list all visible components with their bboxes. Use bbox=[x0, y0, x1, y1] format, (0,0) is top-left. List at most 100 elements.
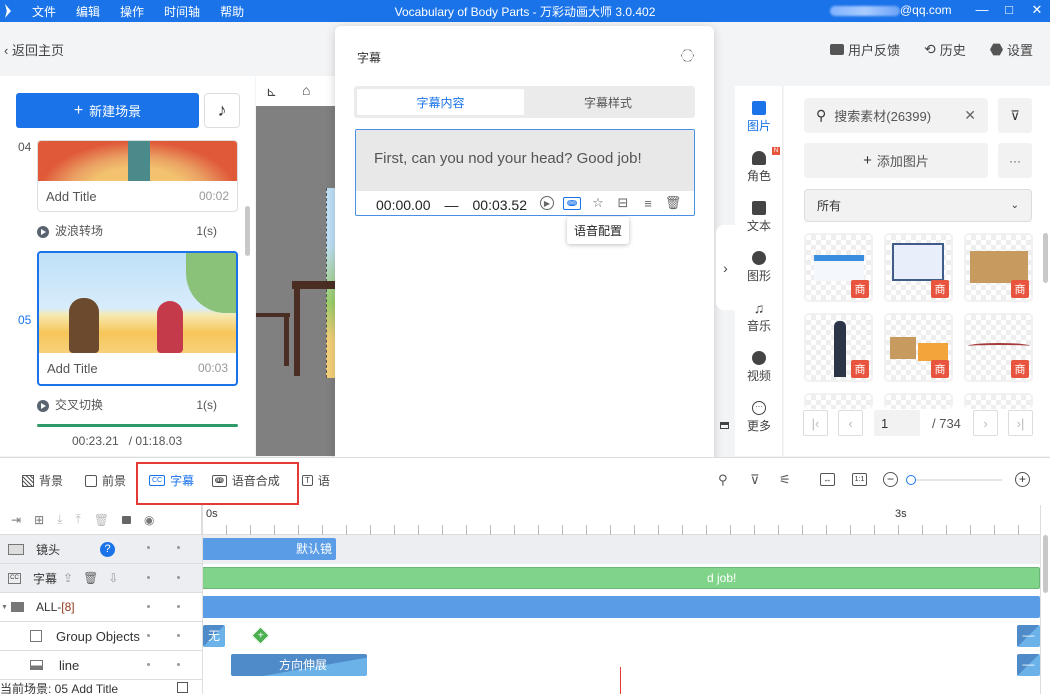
enter-effect-tag[interactable]: 无 bbox=[203, 625, 225, 647]
add-image-button[interactable]: + 添加图片 bbox=[804, 143, 988, 178]
exit-effect-tag[interactable]: — bbox=[1017, 625, 1040, 647]
effect-star-icon[interactable]: ☆ bbox=[590, 195, 606, 211]
track-group-objects[interactable]: Group Objects bbox=[0, 622, 202, 651]
account-email[interactable]: @qq.com bbox=[830, 3, 952, 17]
playhead[interactable] bbox=[620, 667, 621, 694]
asset-thumb[interactable]: 商 bbox=[884, 313, 953, 382]
asset-thumb[interactable]: 商 bbox=[964, 233, 1033, 302]
music-button[interactable]: ♪ bbox=[204, 93, 240, 128]
zoom-in-icon[interactable]: + bbox=[1015, 472, 1030, 487]
category-select[interactable]: 所有 ⌄ bbox=[804, 189, 1032, 222]
folder-icon bbox=[10, 602, 24, 612]
asset-thumb[interactable] bbox=[884, 393, 953, 409]
zoom-slider-track[interactable] bbox=[910, 479, 1002, 481]
lock-icon[interactable] bbox=[121, 515, 131, 524]
close-button[interactable]: ✕ bbox=[1028, 2, 1046, 18]
tool-background[interactable]: 背景 bbox=[22, 472, 63, 489]
tab-subtitle-style[interactable]: 字幕样式 bbox=[524, 89, 692, 115]
import-icon[interactable]: ⇩ bbox=[108, 571, 118, 585]
timeline-scrollbar[interactable] bbox=[1043, 535, 1048, 593]
nav-more[interactable]: ··· 更多 bbox=[735, 401, 783, 434]
nav-text[interactable]: 文本 bbox=[735, 201, 783, 234]
scene-transition[interactable]: 交叉切换 1(s) bbox=[37, 396, 217, 413]
history-button[interactable]: ⟲ 历史 bbox=[924, 40, 966, 59]
tool-speech-text[interactable]: T语 bbox=[302, 472, 330, 489]
page-input[interactable]: 1 bbox=[874, 410, 920, 436]
track-line[interactable]: line bbox=[0, 651, 202, 680]
import-icon[interactable]: ⇥ bbox=[11, 513, 21, 527]
asset-thumb[interactable]: 商 bbox=[804, 313, 873, 382]
export-icon[interactable]: ⇪ bbox=[63, 571, 73, 585]
tab-subtitle-content[interactable]: 字幕内容 bbox=[357, 89, 524, 115]
fit-width-icon[interactable]: ↔ bbox=[820, 473, 835, 486]
asset-thumb[interactable] bbox=[804, 393, 873, 409]
ruler-icon[interactable]: ⊾ bbox=[266, 84, 277, 100]
expand-icon[interactable]: ▼ bbox=[1, 604, 8, 611]
move-up-icon[interactable]: ⤒ bbox=[75, 512, 80, 527]
play-icon[interactable]: ▶ bbox=[540, 196, 554, 210]
subtitle-bar[interactable]: d job! bbox=[202, 567, 1040, 589]
exit-effect-tag[interactable]: — bbox=[1017, 654, 1040, 676]
move-down-icon[interactable]: ⤓ bbox=[57, 512, 62, 527]
home-icon[interactable]: ⌂ bbox=[302, 82, 310, 98]
insert-line-icon[interactable]: ≡ bbox=[640, 195, 656, 211]
nav-video[interactable]: 视频 bbox=[735, 351, 783, 384]
subtitle-text-input[interactable]: First, can you nod your head? Good job! bbox=[356, 130, 694, 191]
track-subtitle[interactable]: CC 字幕 ⇪ 🗑 ⇩ bbox=[0, 564, 202, 593]
marker-icon[interactable]: ⚲ bbox=[718, 472, 728, 488]
new-folder-icon[interactable]: ⊞ bbox=[34, 513, 44, 527]
start-time[interactable]: 00:00.00 bbox=[376, 197, 431, 213]
back-home-button[interactable]: ‹ 返回主页 bbox=[4, 40, 64, 59]
camera-bar[interactable]: 默认镜 bbox=[202, 538, 336, 560]
filter-icon[interactable]: ⊽ bbox=[750, 472, 760, 488]
help-icon[interactable]: ? bbox=[100, 541, 116, 557]
asset-scrollbar[interactable] bbox=[1043, 233, 1048, 283]
end-time[interactable]: 00:03.52 bbox=[473, 197, 528, 213]
nav-image[interactable]: 图片 bbox=[735, 101, 783, 134]
zoom-out-icon[interactable]: − bbox=[883, 472, 898, 487]
clear-icon[interactable]: ✕ bbox=[964, 107, 976, 124]
scene-transition[interactable]: 波浪转场 1(s) bbox=[37, 222, 217, 239]
group-bar[interactable] bbox=[202, 596, 1040, 618]
nav-character[interactable]: 角色 N bbox=[735, 147, 783, 184]
window-icon[interactable] bbox=[720, 422, 729, 429]
first-page-button[interactable]: |‹ bbox=[803, 410, 828, 436]
scene-card[interactable]: Add Title 00:02 bbox=[37, 140, 238, 212]
adjust-icon[interactable]: ⚟ bbox=[779, 472, 791, 488]
asset-thumb[interactable] bbox=[964, 393, 1033, 409]
zoom-slider-handle[interactable] bbox=[906, 475, 916, 485]
minimize-button[interactable]: — bbox=[973, 2, 991, 17]
next-page-button[interactable]: › bbox=[973, 410, 998, 436]
voice-config-icon[interactable]: ↈ bbox=[563, 196, 581, 210]
collapse-panel-chevron-icon[interactable]: › bbox=[716, 225, 735, 310]
delete-icon[interactable]: 🗑 bbox=[83, 571, 98, 585]
track-camera[interactable]: 镜头? bbox=[0, 535, 202, 564]
nav-music[interactable]: ♫ 音乐 bbox=[735, 301, 783, 334]
trash-icon[interactable]: 🗑 bbox=[665, 195, 682, 211]
new-scene-button[interactable]: + 新建场景 bbox=[16, 93, 199, 128]
asset-search-input[interactable]: ⚲ 搜索素材(26399) ✕ bbox=[804, 98, 988, 133]
more-options-button[interactable]: ··· bbox=[998, 143, 1032, 178]
feedback-button[interactable]: 用户反馈 bbox=[830, 40, 900, 59]
settings-button[interactable]: 设置 bbox=[990, 40, 1033, 59]
actual-size-icon[interactable]: 1:1 bbox=[852, 473, 867, 486]
canvas[interactable] bbox=[256, 106, 336, 456]
asset-thumb[interactable]: 商 bbox=[804, 233, 873, 302]
eye-icon[interactable]: ◉ bbox=[144, 513, 154, 527]
split-icon[interactable]: ⊟ bbox=[615, 195, 631, 211]
nav-shape[interactable]: 图形 bbox=[735, 251, 783, 284]
asset-thumb[interactable]: 商 bbox=[884, 233, 953, 302]
tool-foreground[interactable]: 前景 bbox=[85, 472, 126, 489]
maximize-button[interactable]: □ bbox=[1000, 2, 1018, 17]
filter-button[interactable]: ⊽ bbox=[998, 98, 1032, 133]
last-page-button[interactable]: ›| bbox=[1008, 410, 1033, 436]
direction-stretch-bar[interactable]: 方向伸展 bbox=[231, 654, 367, 676]
prev-page-button[interactable]: ‹ bbox=[838, 410, 863, 436]
delete-icon[interactable]: 🗑 bbox=[94, 513, 109, 527]
track-group-all[interactable]: ▼ ALL- [8] bbox=[0, 593, 202, 622]
scene-card-selected[interactable]: Add Title 00:03 bbox=[37, 251, 238, 386]
asset-thumb[interactable]: 商 bbox=[964, 313, 1033, 382]
scene-scrollbar[interactable] bbox=[245, 206, 250, 256]
scene-thumbnail bbox=[38, 141, 237, 181]
scene-info-icon[interactable] bbox=[177, 682, 188, 693]
